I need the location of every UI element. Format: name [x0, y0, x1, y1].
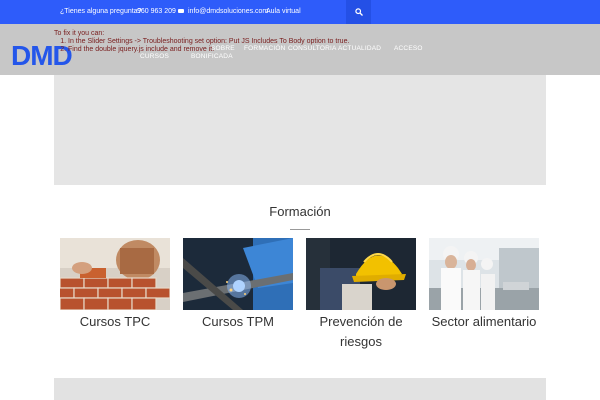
next-section-band	[54, 378, 546, 400]
card-image	[429, 238, 539, 310]
search-button[interactable]	[346, 0, 371, 24]
virtual-classroom-link[interactable]: Aula virtual	[266, 8, 301, 15]
page: ¿Tienes alguna pregunta? 960 963 209 inf…	[0, 0, 600, 400]
email-link[interactable]: info@dmdsoluciones.com	[188, 8, 268, 15]
course-card-tpm[interactable]: Cursos TPM	[183, 238, 293, 332]
nav-item-acceso[interactable]: ACCESO	[394, 45, 423, 52]
fix-step: In the Slider Settings -> Troubleshootin…	[68, 38, 374, 46]
section-title: Formación	[269, 204, 331, 219]
card-image	[306, 238, 416, 310]
title-divider	[290, 229, 310, 230]
course-card-tpc[interactable]: Cursos TPC	[60, 238, 170, 332]
slider-error-message: To fix it you can: In the Slider Setting…	[54, 30, 374, 54]
card-label: Cursos TPC	[79, 314, 151, 329]
card-label: Prevención de riesgos	[319, 314, 403, 349]
mail-icon	[178, 9, 184, 13]
top-contact-bar: ¿Tienes alguna pregunta? 960 963 209 inf…	[0, 0, 600, 24]
course-card-alimentario[interactable]: Sector alimentario	[429, 238, 539, 332]
search-icon	[355, 8, 363, 16]
fix-steps: In the Slider Settings -> Troubleshootin…	[54, 38, 374, 54]
card-label: Sector alimentario	[431, 314, 537, 329]
nav-item-bonificada[interactable]: BONIFICADA	[191, 53, 233, 60]
course-card-prevencion[interactable]: Prevención de riesgos	[306, 238, 416, 352]
contact-question: ¿Tienes alguna pregunta?	[60, 8, 142, 15]
fix-heading: To fix it you can:	[54, 30, 105, 37]
nav-item-cursos[interactable]: CURSOS	[140, 53, 169, 60]
fix-step: Find the double jquery.js include and re…	[68, 46, 374, 54]
card-label: Cursos TPM	[202, 314, 274, 329]
card-image	[60, 238, 170, 310]
hero-slider	[54, 75, 546, 185]
phone-link[interactable]: 960 963 209	[137, 8, 176, 15]
card-image	[183, 238, 293, 310]
